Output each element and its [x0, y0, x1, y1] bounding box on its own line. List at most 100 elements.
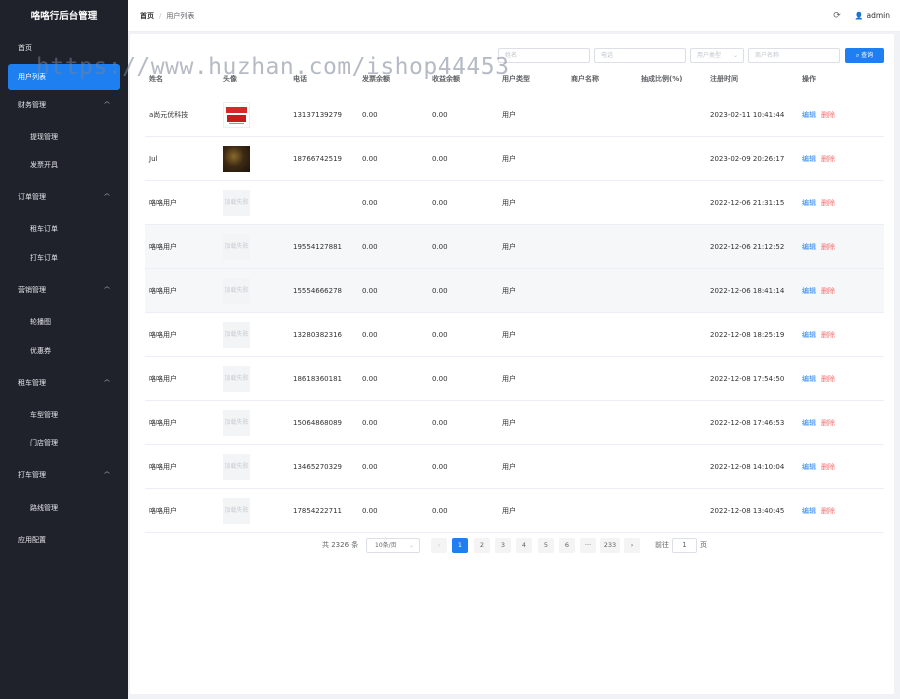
delete-button[interactable]: 删除 — [821, 287, 835, 295]
avatar-image — [223, 102, 250, 128]
cell-phone: 13280382316 — [293, 331, 342, 339]
sidebar-item-marketing[interactable]: 营销管理 ^ — [0, 277, 128, 303]
cell-invoice-balance: 0.00 — [362, 463, 378, 471]
table-row: 咯咯用户 加载失败 15064868089 0.00 0.00 用户 2022-12-08 … — [145, 401, 884, 445]
page-button[interactable]: 6 — [559, 538, 575, 553]
refresh-icon[interactable]: ⟳ — [833, 0, 841, 32]
cell-invoice-balance: 0.00 — [362, 507, 378, 515]
cell-income-balance: 0.00 — [432, 507, 448, 515]
avatar-load-failed: 加载失败 — [223, 278, 250, 304]
edit-button[interactable]: 编辑 — [802, 375, 816, 383]
cell-name: 咯咯用户 — [149, 419, 177, 427]
edit-button[interactable]: 编辑 — [802, 199, 816, 207]
app-title: 咯咯行后台管理 — [30, 11, 98, 22]
page-button[interactable]: 233 — [600, 538, 620, 553]
sidebar-item-rental-orders[interactable]: 租车订单 — [0, 216, 128, 242]
name-input[interactable]: 姓名 — [498, 48, 590, 63]
cell-register-time: 2023-02-11 10:41:44 — [710, 111, 785, 119]
edit-button[interactable]: 编辑 — [802, 507, 816, 515]
sidebar-item-car-models[interactable]: 车型管理 — [0, 402, 128, 428]
table-row: 咯咯用户 加载失败 17854222711 0.00 0.00 用户 2022-12-08 … — [145, 489, 884, 533]
page-button[interactable]: 4 — [516, 538, 532, 553]
page-size-select[interactable]: 10条/页 ⌄ — [366, 538, 420, 553]
page-button[interactable]: 5 — [538, 538, 554, 553]
cell-income-balance: 0.00 — [432, 331, 448, 339]
edit-button[interactable]: 编辑 — [802, 331, 816, 339]
breadcrumb-current: 用户列表 — [166, 12, 195, 20]
cell-actions: 编辑 删除 — [802, 445, 835, 489]
user-type-placeholder: 用户类型 — [697, 52, 722, 59]
chevron-up-icon: ^ — [102, 101, 112, 109]
page-ellipsis[interactable]: ··· — [580, 538, 596, 553]
sidebar: 咯咯行后台管理 首页 用户列表 财务管理 ^ 提现管理 发票开具 订单管理 ^ 租车… — [0, 0, 128, 699]
table-row: a尚元优科技 13137139279 0.00 0.00 用户 2023-02-11 10… — [145, 93, 884, 137]
column-header: 注册时间 — [710, 75, 738, 83]
chevron-up-icon: ^ — [102, 379, 112, 387]
cell-name: 咯咯用户 — [149, 507, 177, 515]
goto-page-input[interactable]: 1 — [672, 538, 697, 553]
table-row: Jul 18766742519 0.00 0.00 用户 2023-02-09 20:26… — [145, 137, 884, 181]
column-header: 抽成比例(%) — [641, 75, 683, 83]
delete-button[interactable]: 删除 — [821, 507, 835, 515]
delete-button[interactable]: 删除 — [821, 419, 835, 427]
page-button[interactable]: 3 — [495, 538, 511, 553]
delete-button[interactable]: 删除 — [821, 331, 835, 339]
sidebar-item-app-config[interactable]: 应用配置 — [0, 527, 128, 553]
sidebar-item-taxi-orders[interactable]: 打车订单 — [0, 245, 128, 271]
sidebar-item-withdraw[interactable]: 提现管理 — [0, 124, 128, 150]
sidebar-item-routes[interactable]: 路线管理 — [0, 495, 128, 521]
sidebar-item-coupons[interactable]: 优惠券 — [0, 338, 128, 364]
cell-income-balance: 0.00 — [432, 111, 448, 119]
avatar-load-failed: 加载失败 — [223, 234, 250, 260]
breadcrumb-home[interactable]: 首页 — [140, 12, 154, 20]
edit-button[interactable]: 编辑 — [802, 155, 816, 163]
delete-button[interactable]: 删除 — [821, 375, 835, 383]
cell-invoice-balance: 0.00 — [362, 243, 378, 251]
query-button[interactable]: ⌕ 查询 — [845, 48, 884, 63]
delete-button[interactable]: 删除 — [821, 111, 835, 119]
avatar-load-failed: 加载失败 — [223, 322, 250, 348]
sidebar-item-orders[interactable]: 订单管理 ^ — [0, 184, 128, 210]
edit-button[interactable]: 编辑 — [802, 111, 816, 119]
delete-button[interactable]: 删除 — [821, 463, 835, 471]
cell-register-time: 2022-12-08 13:40:45 — [710, 507, 785, 515]
cell-user-type: 用户 — [502, 463, 516, 471]
sidebar-item-label: 营销管理 — [18, 286, 46, 294]
delete-button[interactable]: 删除 — [821, 243, 835, 251]
cell-phone: 15554666278 — [293, 287, 342, 295]
page-button[interactable]: 1 — [452, 538, 468, 553]
edit-button[interactable]: 编辑 — [802, 419, 816, 427]
sidebar-item-banner[interactable]: 轮播图 — [0, 309, 128, 335]
user-type-select[interactable]: 用户类型 ⌄ — [690, 48, 744, 63]
table-row: 咯咯用户 加载失败 0.00 0.00 用户 2022-12-06 21:31:15 编辑删… — [145, 181, 884, 225]
cell-actions: 编辑 删除 — [802, 313, 835, 357]
cell-actions: 编辑 删除 — [802, 357, 835, 401]
merchant-input[interactable]: 商户名称 — [748, 48, 840, 63]
edit-button[interactable]: 编辑 — [802, 287, 816, 295]
avatar-load-failed: 加载失败 — [223, 498, 250, 524]
sidebar-item-stores[interactable]: 门店管理 — [0, 430, 128, 456]
sidebar-item-user-list[interactable]: 用户列表 — [8, 64, 120, 90]
cell-register-time: 2022-12-06 18:41:14 — [710, 287, 785, 295]
column-header: 商户名称 — [571, 75, 599, 83]
cell-user-type: 用户 — [502, 111, 516, 119]
sidebar-item-taxi[interactable]: 打车管理 ^ — [0, 462, 128, 488]
username[interactable]: admin — [867, 11, 891, 20]
edit-button[interactable]: 编辑 — [802, 243, 816, 251]
cell-actions: 编辑 删除 — [802, 401, 835, 445]
prev-page-button[interactable]: ‹ — [431, 538, 447, 553]
sidebar-item-invoice[interactable]: 发票开具 — [0, 152, 128, 178]
next-page-button[interactable]: › — [624, 538, 640, 553]
delete-button[interactable]: 删除 — [821, 155, 835, 163]
sidebar-item-home[interactable]: 首页 — [0, 35, 128, 61]
chevron-down-icon: ⌄ — [408, 542, 414, 549]
query-label: 查询 — [861, 52, 874, 59]
cell-invoice-balance: 0.00 — [362, 111, 378, 119]
page-button[interactable]: 2 — [474, 538, 490, 553]
sidebar-item-finance[interactable]: 财务管理 ^ — [0, 92, 128, 118]
delete-button[interactable]: 删除 — [821, 199, 835, 207]
sidebar-item-rental[interactable]: 租车管理 ^ — [0, 370, 128, 396]
phone-input[interactable]: 电话 — [594, 48, 686, 63]
edit-button[interactable]: 编辑 — [802, 463, 816, 471]
cell-income-balance: 0.00 — [432, 155, 448, 163]
